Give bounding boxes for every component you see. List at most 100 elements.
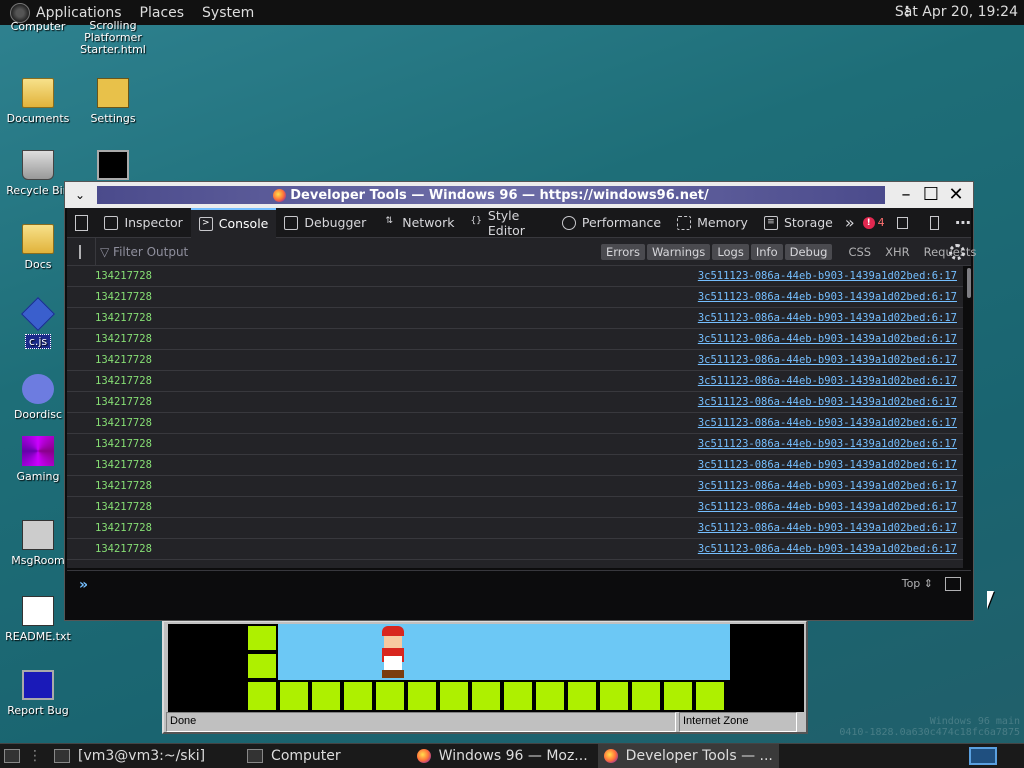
tab-console[interactable]: > Console (190, 207, 277, 238)
funnel-icon: ▽ (100, 244, 114, 259)
log-source-link[interactable]: 3c511123-086a-44eb-b903-1439a1d02bed:6:1… (698, 417, 957, 429)
os-watermark: Windows 96 main 0410-1828.0a630c474c18fc… (839, 716, 1020, 738)
tab-debugger[interactable]: Debugger (276, 208, 374, 238)
gear-icon[interactable] (949, 244, 965, 260)
desktop-icon-label: Documents (6, 112, 70, 125)
filter-logs-button[interactable]: Logs (712, 243, 749, 260)
log-source-link[interactable]: 3c511123-086a-44eb-b903-1439a1d02bed:6:1… (698, 543, 957, 555)
more-options-icon[interactable]: ⋯ (955, 213, 971, 232)
log-row: 134217728 3c511123-086a-44eb-b903-1439a1d… (67, 392, 963, 413)
log-value: 134217728 (95, 312, 152, 324)
braces-icon: {} (470, 215, 482, 226)
mouse-cursor-icon (987, 591, 994, 609)
log-value: 134217728 (95, 522, 152, 534)
browser-window[interactable]: Done Internet Zone (162, 620, 808, 734)
filter-warnings-button[interactable]: Warnings (647, 243, 711, 260)
log-value: 134217728 (95, 480, 152, 492)
filter-css-button[interactable]: CSS (848, 245, 871, 259)
game-canvas[interactable] (168, 624, 804, 712)
log-source-link[interactable]: 3c511123-086a-44eb-b903-1439a1d02bed:6:1… (698, 522, 957, 534)
clock[interactable]: Sat Apr 20, 19:24 (895, 4, 1018, 20)
tab-style-editor[interactable]: {} Style Editor (462, 208, 553, 238)
taskbar-item-devtools[interactable]: Developer Tools — ... (597, 743, 779, 768)
log-source-link[interactable]: 3c511123-086a-44eb-b903-1439a1d02bed:6:1… (698, 312, 957, 324)
computer-icon (247, 749, 264, 763)
log-row: 134217728 3c511123-086a-44eb-b903-1439a1d… (67, 350, 963, 371)
sidebar-toggle-icon[interactable] (945, 577, 961, 591)
console-filter-bar: ▽ Filter Output Errors Warnings Logs Inf… (67, 237, 976, 266)
workspace-switcher[interactable] (968, 747, 997, 765)
split-console-icon[interactable] (896, 216, 909, 229)
log-source-link[interactable]: 3c511123-086a-44eb-b903-1439a1d02bed:6:1… (698, 354, 957, 366)
trash-icon[interactable] (79, 244, 81, 259)
game-sky (246, 624, 730, 680)
log-row: 134217728 3c511123-086a-44eb-b903-1439a1d… (67, 476, 963, 497)
desktop-icon-label: Report Bug (7, 704, 69, 717)
desktop-icon-settings[interactable]: Settings (75, 78, 151, 125)
separator-icon: ⋮ (28, 748, 42, 764)
prompt-chevron-icon: » (79, 577, 89, 593)
log-value: 134217728 (95, 375, 152, 387)
taskbar-item-terminal[interactable]: [vm3@vm3:~/ski] (48, 744, 211, 768)
devtools-tab-bar: Inspector > Console Debugger ⇅ Network {… (67, 207, 971, 238)
log-row: 134217728 3c511123-086a-44eb-b903-1439a1d… (67, 455, 963, 476)
log-source-link[interactable]: 3c511123-086a-44eb-b903-1439a1d02bed:6:1… (698, 459, 957, 471)
desktop-icon-documents[interactable]: Documents (0, 78, 76, 125)
log-source-link[interactable]: 3c511123-086a-44eb-b903-1439a1d02bed:6:1… (698, 480, 957, 492)
desktop-icon-label: Settings (90, 112, 136, 125)
desktop-icon-label: Docs (24, 258, 52, 271)
tab-network[interactable]: ⇅ Network (374, 208, 462, 238)
taskbar-item-computer[interactable]: Computer (241, 744, 347, 768)
filter-info-button[interactable]: Info (750, 243, 783, 260)
log-source-link[interactable]: 3c511123-086a-44eb-b903-1439a1d02bed:6:1… (698, 501, 957, 513)
tab-inspector[interactable]: Inspector (96, 208, 190, 238)
log-value: 134217728 (95, 354, 152, 366)
system-menu[interactable]: System (202, 5, 254, 21)
tab-memory[interactable]: Memory (669, 208, 756, 238)
context-selector[interactable]: Top ⇕ (902, 577, 933, 590)
log-source-link[interactable]: 3c511123-086a-44eb-b903-1439a1d02bed:6:1… (698, 291, 957, 303)
settings-icon (97, 78, 129, 108)
filter-xhr-button[interactable]: XHR (885, 245, 910, 259)
desktop-icon-label: Doordisc (13, 408, 63, 421)
maximize-button[interactable]: ☐ (920, 184, 942, 206)
places-menu[interactable]: Places (140, 5, 185, 21)
console-scrollbar[interactable] (967, 268, 971, 298)
log-source-link[interactable]: 3c511123-086a-44eb-b903-1439a1d02bed:6:1… (698, 333, 957, 345)
minimize-button[interactable]: – (895, 184, 917, 206)
taskbar-item-firefox[interactable]: Windows 96 — Moz... (411, 744, 594, 768)
filter-errors-button[interactable]: Errors (601, 243, 646, 260)
tab-storage[interactable]: ≡ Storage (756, 208, 841, 238)
window-title: Developer Tools — Windows 96 — https://w… (97, 186, 885, 204)
log-source-link[interactable]: 3c511123-086a-44eb-b903-1439a1d02bed:6:1… (698, 438, 957, 450)
filter-output-input[interactable]: ▽ Filter Output (95, 237, 525, 266)
responsive-design-icon[interactable] (930, 215, 939, 230)
desktop-icon-label: Gaming (16, 470, 60, 483)
log-source-link[interactable]: 3c511123-086a-44eb-b903-1439a1d02bed:6:1… (698, 270, 957, 282)
devtools-window[interactable]: ⌄ Developer Tools — Windows 96 — https:/… (64, 181, 976, 621)
console-output[interactable]: 134217728 3c511123-086a-44eb-b903-1439a1d… (67, 266, 963, 568)
folder-icon (22, 78, 54, 108)
browser-statusbar: Done Internet Zone (166, 712, 804, 732)
devtools-titlebar[interactable]: ⌄ Developer Tools — Windows 96 — https:/… (65, 182, 973, 208)
filter-debug-button[interactable]: Debug (784, 243, 833, 260)
tab-performance[interactable]: Performance (554, 208, 669, 238)
log-value: 134217728 (95, 291, 152, 303)
discord-icon (22, 374, 54, 404)
log-value: 134217728 (95, 501, 152, 513)
log-source-link[interactable]: 3c511123-086a-44eb-b903-1439a1d02bed:6:1… (698, 375, 957, 387)
console-input[interactable]: » Top ⇕ (67, 570, 971, 618)
desktop-icon-platformer[interactable]: Scrolling Platformer Starter.html (74, 20, 152, 56)
chevron-down-icon[interactable]: ⌄ (65, 188, 95, 202)
close-button[interactable]: ✕ (945, 184, 967, 206)
desktop-icon-report-bug[interactable]: Report Bug (0, 670, 76, 717)
desktop-icon-label: Recycle Bin (6, 184, 70, 197)
element-picker-icon[interactable] (75, 214, 89, 231)
show-desktop-icon[interactable] (4, 749, 20, 763)
error-count-badge[interactable]: ! 4 (862, 216, 885, 229)
overflow-chevron-icon[interactable]: » (845, 213, 855, 232)
desktop-icon-computer[interactable]: Computer (0, 20, 76, 33)
cube-icon (22, 436, 54, 466)
desktop-icon-terminal[interactable] (75, 150, 151, 184)
log-source-link[interactable]: 3c511123-086a-44eb-b903-1439a1d02bed:6:1… (698, 396, 957, 408)
